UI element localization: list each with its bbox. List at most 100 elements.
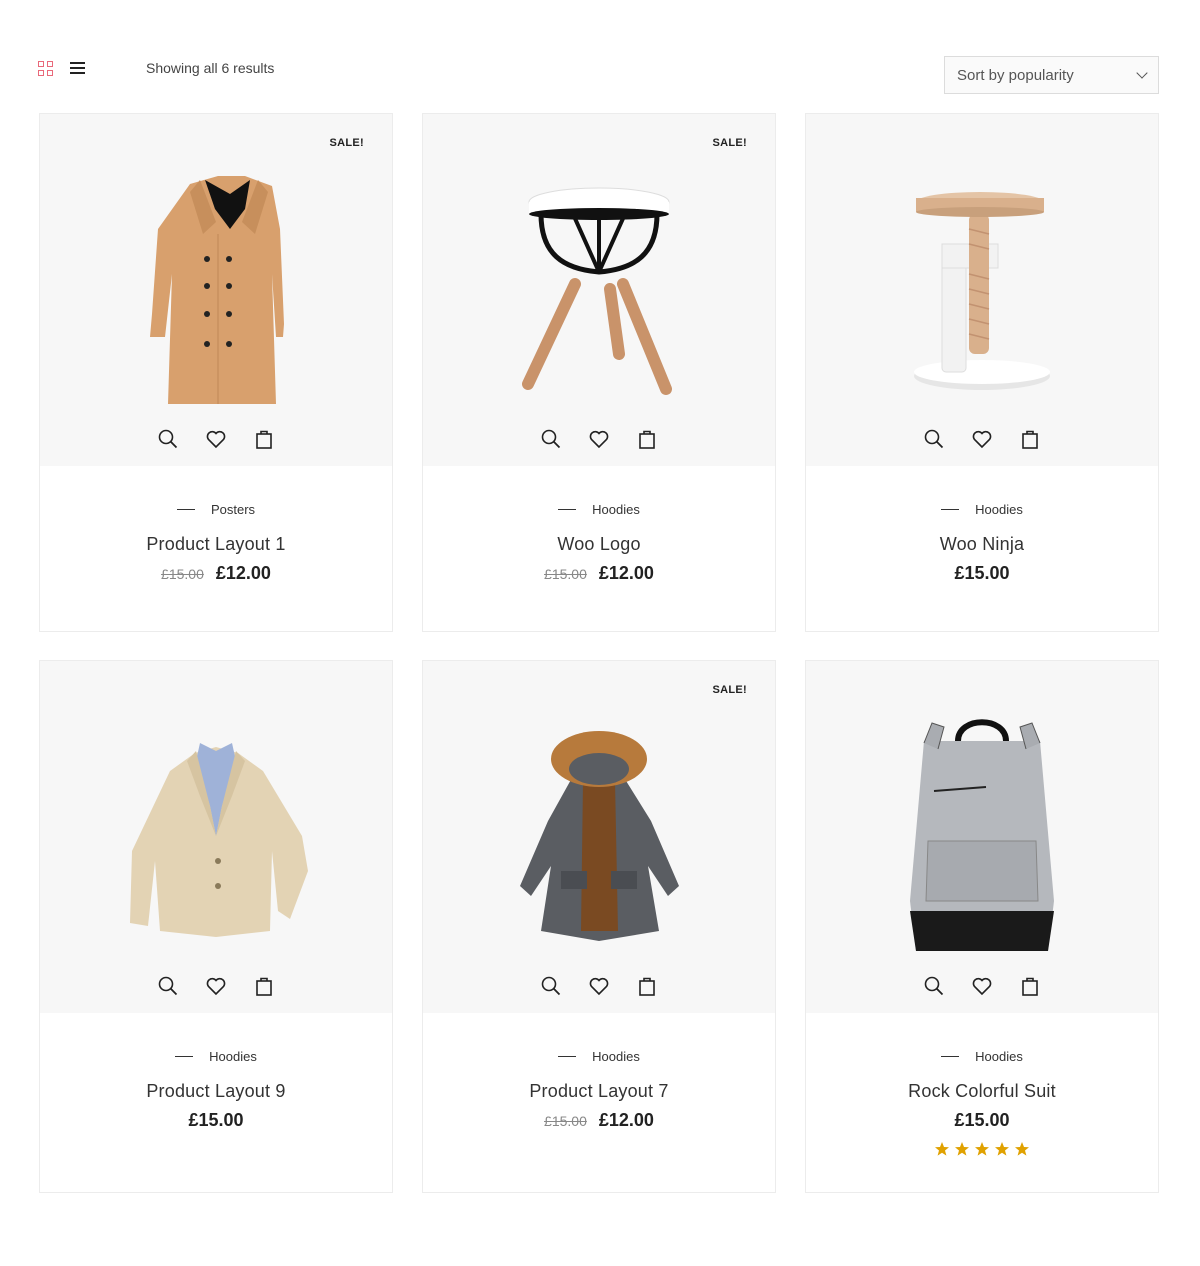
results-count: Showing all 6 results <box>146 60 275 76</box>
search-icon[interactable] <box>157 975 179 997</box>
star-icon <box>975 1142 989 1156</box>
heart-icon[interactable] <box>588 975 610 997</box>
category-dash <box>941 509 960 510</box>
product-image-area[interactable] <box>40 661 392 1013</box>
product-price: £15.00 <box>40 1110 392 1131</box>
product-info: Hoodies Rock Colorful Suit £15.00 <box>806 1013 1158 1157</box>
search-icon[interactable] <box>157 428 179 450</box>
product-info: Posters Product Layout 1 £15.00 £12.00 <box>40 466 392 584</box>
shopping-bag-icon[interactable] <box>1019 428 1041 450</box>
product-info: Hoodies Woo Ninja £15.00 <box>806 466 1158 584</box>
product-category[interactable]: Hoodies <box>40 1049 392 1064</box>
product-card: Hoodies Product Layout 9 £15.00 <box>39 660 393 1193</box>
product-info: Hoodies Product Layout 9 £15.00 <box>40 1013 392 1131</box>
parka-image[interactable] <box>423 661 775 1013</box>
trench-coat-image[interactable] <box>40 114 392 466</box>
current-price: £15.00 <box>954 563 1010 583</box>
old-price: £15.00 <box>161 566 204 582</box>
star-icon <box>955 1142 969 1156</box>
product-title[interactable]: Rock Colorful Suit <box>806 1081 1158 1102</box>
current-price: £12.00 <box>598 1110 654 1130</box>
product-title[interactable]: Product Layout 1 <box>40 534 392 555</box>
sort-select[interactable]: Sort by popularity <box>944 56 1159 94</box>
product-card: SALE! Hoodies Product Layout 7 £15.00 £12… <box>422 660 776 1193</box>
search-icon[interactable] <box>540 975 562 997</box>
product-category[interactable]: Hoodies <box>423 502 775 517</box>
product-price: £15.00 £12.00 <box>423 563 775 584</box>
chevron-down-icon <box>1136 67 1148 79</box>
current-price: £12.00 <box>598 563 654 583</box>
old-price: £15.00 <box>544 566 587 582</box>
category-dash <box>176 509 195 510</box>
product-card: SALE! Posters Product Layout 1 £15.00 £12… <box>39 113 393 632</box>
blazer-image[interactable] <box>40 661 392 1013</box>
product-category[interactable]: Posters <box>40 502 392 517</box>
product-image-area[interactable] <box>806 661 1158 1013</box>
shopping-bag-icon[interactable] <box>636 428 658 450</box>
backpack-image[interactable] <box>806 661 1158 1013</box>
search-icon[interactable] <box>540 428 562 450</box>
product-title[interactable]: Product Layout 7 <box>423 1081 775 1102</box>
category-dash <box>558 509 577 510</box>
product-price: £15.00 <box>806 563 1158 584</box>
product-image-area[interactable]: SALE! <box>423 661 775 1013</box>
product-actions <box>806 428 1158 450</box>
product-image-area[interactable]: SALE! <box>423 114 775 466</box>
product-info: Hoodies Woo Logo £15.00 £12.00 <box>423 466 775 584</box>
product-actions <box>806 975 1158 997</box>
heart-icon[interactable] <box>205 428 227 450</box>
product-actions <box>40 975 392 997</box>
product-title[interactable]: Product Layout 9 <box>40 1081 392 1102</box>
product-actions <box>423 428 775 450</box>
product-info: Hoodies Product Layout 7 £15.00 £12.00 <box>423 1013 775 1131</box>
sort-select-label: Sort by popularity <box>957 66 1074 84</box>
product-image-area[interactable]: SALE! <box>40 114 392 466</box>
category-dash <box>175 1056 194 1057</box>
heart-icon[interactable] <box>588 428 610 450</box>
product-title[interactable]: Woo Ninja <box>806 534 1158 555</box>
product-price: £15.00 <box>806 1110 1158 1131</box>
current-price: £12.00 <box>215 563 271 583</box>
product-card: Hoodies Woo Ninja £15.00 <box>805 113 1159 632</box>
product-card: Hoodies Rock Colorful Suit £15.00 <box>805 660 1159 1193</box>
product-price: £15.00 £12.00 <box>40 563 392 584</box>
product-price: £15.00 £12.00 <box>423 1110 775 1131</box>
list-view-icon[interactable] <box>70 62 85 75</box>
heart-icon[interactable] <box>205 975 227 997</box>
category-label: Posters <box>210 502 256 517</box>
product-actions <box>40 428 392 450</box>
category-label: Hoodies <box>209 1049 257 1064</box>
product-category[interactable]: Hoodies <box>806 502 1158 517</box>
category-dash <box>941 1056 960 1057</box>
product-category[interactable]: Hoodies <box>806 1049 1158 1064</box>
category-label: Hoodies <box>592 1049 640 1064</box>
star-rating <box>806 1141 1158 1157</box>
star-icon <box>935 1142 949 1156</box>
category-label: Hoodies <box>592 502 640 517</box>
shop-toolbar: Showing all 6 results Sort by popularity <box>0 0 1200 110</box>
product-card: SALE! Hoodies Woo Logo £15.00 £12.00 <box>422 113 776 632</box>
current-price: £15.00 <box>188 1110 244 1130</box>
grid-view-icon[interactable] <box>38 61 54 77</box>
heart-icon[interactable] <box>971 428 993 450</box>
current-price: £15.00 <box>954 1110 1010 1130</box>
stool-image[interactable] <box>423 114 775 466</box>
product-actions <box>423 975 775 997</box>
old-price: £15.00 <box>544 1113 587 1129</box>
shopping-bag-icon[interactable] <box>253 975 275 997</box>
shopping-bag-icon[interactable] <box>636 975 658 997</box>
star-icon <box>995 1142 1009 1156</box>
search-icon[interactable] <box>923 975 945 997</box>
wooden-stool-image[interactable] <box>806 114 1158 466</box>
product-image-area[interactable] <box>806 114 1158 466</box>
product-title[interactable]: Woo Logo <box>423 534 775 555</box>
search-icon[interactable] <box>923 428 945 450</box>
category-label: Hoodies <box>975 1049 1023 1064</box>
shopping-bag-icon[interactable] <box>1019 975 1041 997</box>
shopping-bag-icon[interactable] <box>253 428 275 450</box>
category-dash <box>558 1056 577 1057</box>
category-label: Hoodies <box>975 502 1023 517</box>
star-icon <box>1015 1142 1029 1156</box>
heart-icon[interactable] <box>971 975 993 997</box>
product-category[interactable]: Hoodies <box>423 1049 775 1064</box>
